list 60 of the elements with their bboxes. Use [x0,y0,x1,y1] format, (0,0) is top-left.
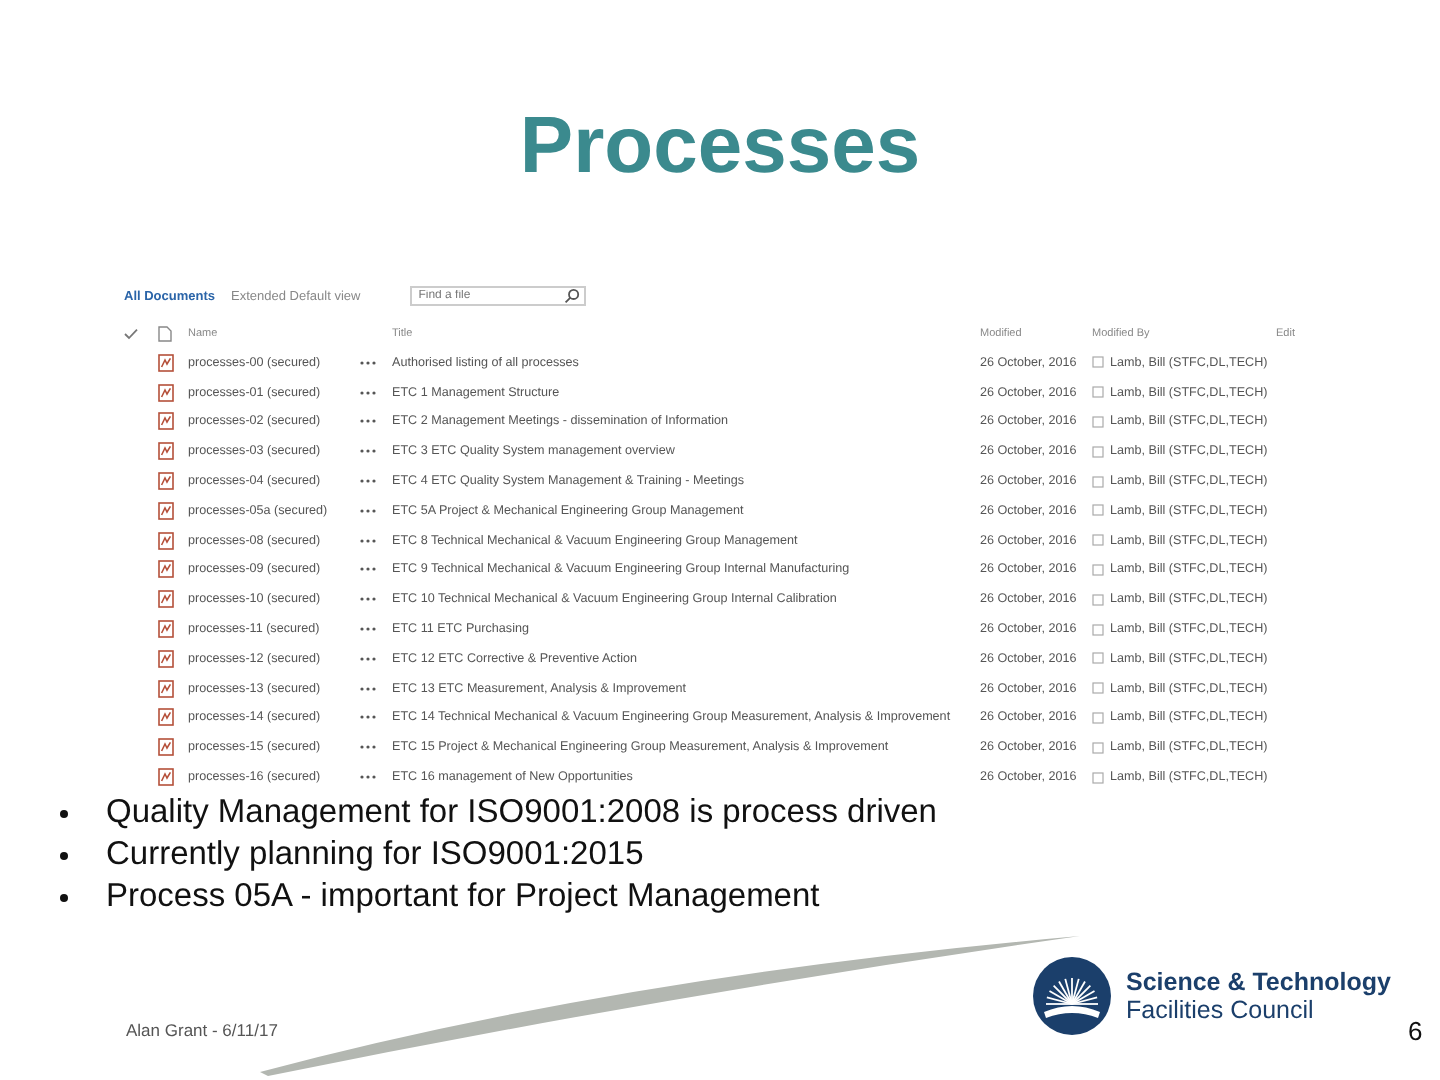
logo-text: Facilities Council [1126,996,1316,1024]
pdf-file-icon [158,620,174,639]
presence-square-icon [1092,356,1104,369]
footer-author-date: Alan Grant - 6/11/17 [126,1020,278,1040]
more-options-icon[interactable] [360,389,376,396]
bullet-icon [60,809,68,817]
more-options-icon[interactable] [360,418,376,425]
slide-title: Processes [517,100,923,192]
presence-square-icon [1092,682,1104,695]
pdf-file-icon [158,531,174,550]
pdf-file-icon [158,560,174,579]
pdf-file-icon [158,412,174,431]
more-options-icon[interactable] [360,685,376,692]
more-options-icon[interactable] [360,448,376,455]
presence-square-icon [1092,623,1104,636]
more-options-icon[interactable] [360,566,376,573]
presence-square-icon [1092,475,1104,488]
pdf-file-icon [158,679,174,698]
pdf-file-icon [158,590,174,609]
bullet-text: Quality Management for ISO9001:2008 is process driven [106,794,937,832]
pdf-file-icon [158,708,174,727]
presence-square-icon [1092,593,1104,606]
more-options-icon[interactable] [360,774,376,781]
pdf-file-icon [158,383,174,402]
more-options-icon[interactable] [360,596,376,603]
more-options-icon[interactable] [360,507,376,514]
presence-square-icon [1092,445,1104,458]
presence-square-icon [1092,741,1104,754]
pdf-file-icon [158,353,174,372]
sunburst-logo-icon [1032,956,1112,1036]
presence-square-icon [1092,711,1104,724]
more-options-icon[interactable] [360,744,376,751]
pdf-file-icon [158,768,174,787]
presence-square-icon [1092,652,1104,665]
bullet-icon [60,893,68,901]
pdf-file-icon [158,442,174,461]
logo-text: Science & Technology [1126,968,1391,996]
presence-square-icon [1092,415,1104,428]
document-icon [158,326,172,342]
page-number: 6 [1408,1016,1423,1046]
presence-square-icon [1092,771,1104,784]
search-icon [564,288,581,304]
more-options-icon[interactable] [360,537,376,544]
presence-square-icon [1092,386,1104,399]
presence-square-icon [1092,563,1104,576]
more-options-icon[interactable] [360,478,376,485]
presence-square-icon [1092,504,1104,517]
bullet-text: Process 05A - important for Project Management [106,878,820,916]
presence-square-icon [1092,534,1104,547]
pdf-file-icon [158,501,174,520]
bullet-text: Currently planning for ISO9001:2015 [106,836,644,874]
more-options-icon[interactable] [360,626,376,633]
more-options-icon[interactable] [360,714,376,721]
pdf-file-icon [158,738,174,757]
more-options-icon[interactable] [360,655,376,662]
more-options-icon[interactable] [360,359,376,366]
bullet-icon [60,851,68,859]
pdf-file-icon [158,472,174,491]
pdf-file-icon [158,649,174,668]
checkmark-icon[interactable] [124,328,138,340]
